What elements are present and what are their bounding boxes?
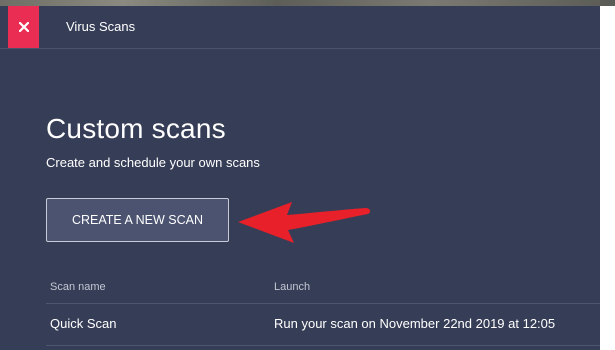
virus-scans-window: Virus Scans Custom scans Create and sche… (0, 6, 600, 350)
red-arrow-annotation (238, 202, 371, 243)
page-subtitle: Create and schedule your own scans (46, 155, 260, 170)
page-heading: Custom scans (46, 113, 226, 144)
launch-cell: Run your scan on November 22nd 2019 at 1… (274, 316, 556, 331)
table-row[interactable]: Quick Scan Run your scan on November 22n… (46, 304, 600, 346)
window-title: Virus Scans (66, 19, 136, 34)
column-header-scan-name: Scan name (50, 281, 106, 293)
column-header-launch: Launch (274, 281, 311, 293)
scan-name-cell: Quick Scan (50, 316, 117, 331)
close-icon[interactable] (18, 22, 29, 32)
title-bar: Virus Scans (0, 6, 600, 49)
create-new-scan-button[interactable]: CREATE A NEW SCAN (46, 198, 229, 242)
scans-table-header: Scan name Launch (46, 274, 600, 304)
close-button[interactable] (8, 6, 39, 48)
